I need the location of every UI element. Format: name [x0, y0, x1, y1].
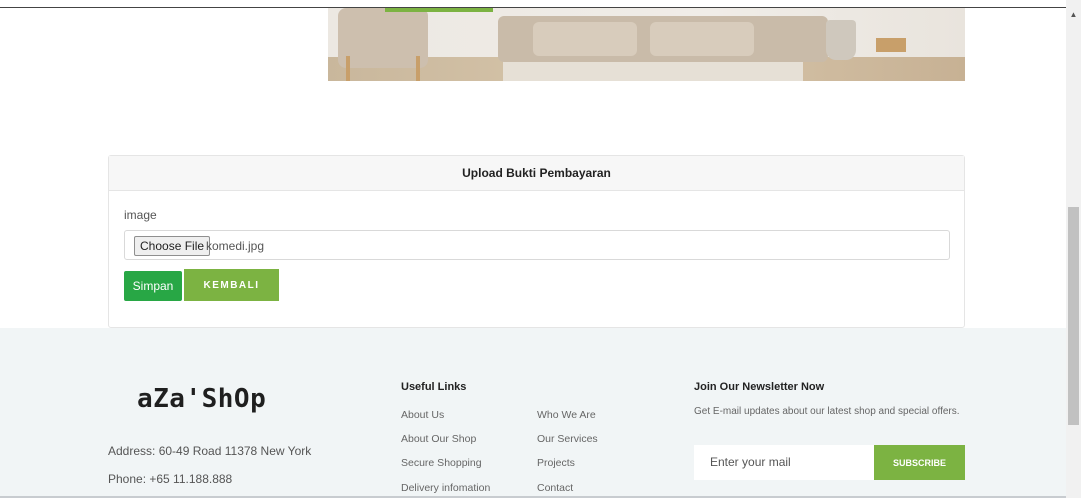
back-button[interactable]: KEMBALI: [184, 269, 279, 301]
footer-address: Address: 60-49 Road 11378 New York: [108, 444, 312, 458]
upload-card: Upload Bukti Pembayaran image Choose Fil…: [108, 155, 965, 328]
link-secure-shopping[interactable]: Secure Shopping: [401, 457, 482, 469]
link-who-we-are[interactable]: Who We Are: [537, 409, 596, 421]
link-our-services[interactable]: Our Services: [537, 433, 598, 445]
footer-phone: Phone: +65 11.188.888: [108, 472, 233, 486]
shop-logo[interactable]: aZa'ShOp: [137, 384, 266, 414]
scroll-up-arrow-icon[interactable]: ▲: [1066, 8, 1081, 22]
subscribe-button[interactable]: SUBSCRIBE: [874, 445, 965, 480]
newsletter-title: Join Our Newsletter Now: [694, 381, 825, 393]
link-contact[interactable]: Contact: [537, 482, 573, 494]
image-file-input[interactable]: Choose File komedi.jpg: [124, 230, 950, 260]
link-about-us[interactable]: About Us: [401, 409, 444, 421]
save-button[interactable]: Simpan: [124, 271, 182, 301]
image-field-label: image: [124, 208, 157, 222]
choose-file-button[interactable]: Choose File: [134, 236, 211, 256]
site-footer: aZa'ShOp Address: 60-49 Road 11378 New Y…: [0, 328, 1066, 498]
useful-links-title: Useful Links: [401, 381, 467, 393]
newsletter-email-input[interactable]: Enter your mail: [694, 445, 874, 480]
newsletter-description: Get E-mail updates about our latest shop…: [694, 406, 960, 417]
hero-banner-image: [328, 8, 965, 81]
page-scrollbar[interactable]: ▲: [1066, 0, 1081, 498]
upload-card-title: Upload Bukti Pembayaran: [109, 156, 964, 191]
scroll-thumb[interactable]: [1068, 207, 1079, 425]
link-delivery-information[interactable]: Delivery infomation: [401, 482, 490, 494]
selected-file-name: komedi.jpg: [206, 239, 265, 253]
link-projects[interactable]: Projects: [537, 457, 575, 469]
link-about-our-shop[interactable]: About Our Shop: [401, 433, 476, 445]
